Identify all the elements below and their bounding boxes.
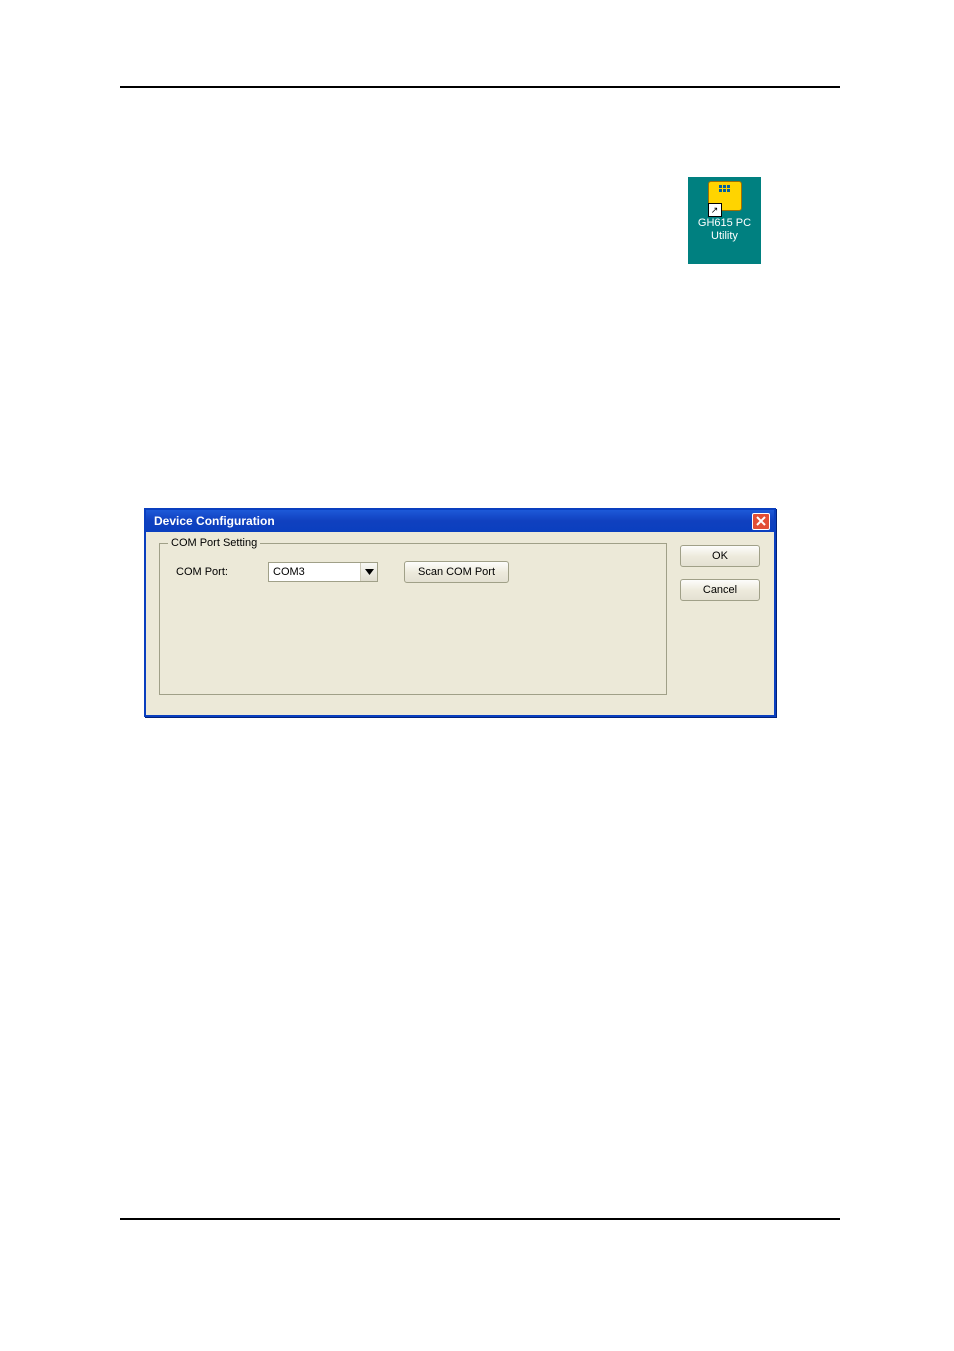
shortcut-arrow-badge: ↗	[708, 203, 722, 217]
dialog-title: Device Configuration	[154, 514, 275, 528]
device-configuration-dialog: Device Configuration COM Port Setting CO…	[144, 508, 776, 717]
footer-rule	[120, 1218, 840, 1220]
header-rule	[120, 86, 840, 88]
desktop-shortcut-gh615[interactable]: ↗ GH615 PC Utility	[688, 177, 761, 264]
com-port-label: COM Port:	[176, 566, 246, 578]
chevron-down-icon[interactable]	[360, 563, 377, 581]
com-port-setting-fieldset: COM Port Setting COM Port: COM3 Scan COM…	[159, 543, 667, 695]
scan-com-port-button[interactable]: Scan COM Port	[404, 561, 509, 583]
titlebar[interactable]: Device Configuration	[146, 510, 774, 532]
shortcut-icon: ↗	[708, 181, 742, 215]
ok-button[interactable]: OK	[680, 545, 760, 567]
com-port-select[interactable]: COM3	[268, 562, 378, 582]
com-port-value: COM3	[273, 566, 305, 578]
shortcut-label-line2: Utility	[688, 230, 761, 243]
close-icon[interactable]	[752, 513, 770, 530]
shortcut-label-line1: GH615 PC	[688, 217, 761, 230]
cancel-button[interactable]: Cancel	[680, 579, 760, 601]
fieldset-legend: COM Port Setting	[168, 537, 260, 549]
